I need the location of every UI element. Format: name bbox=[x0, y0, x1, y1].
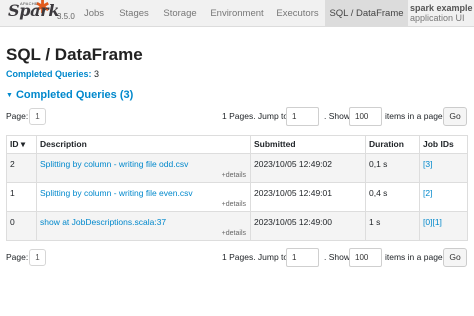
summary-count: 3 bbox=[94, 69, 100, 79]
page-label: Page: bbox=[6, 252, 29, 262]
jump-to-page-input[interactable]: 1 bbox=[286, 107, 319, 126]
section-title: Completed Queries (3) bbox=[15, 89, 134, 101]
page-title: SQL / DataFrame bbox=[6, 45, 143, 64]
header-duration[interactable]: Duration bbox=[365, 136, 419, 153]
table-row: 1 Splitting by column - writing file eve… bbox=[7, 182, 467, 211]
tab-jobs[interactable]: Jobs bbox=[76, 0, 112, 27]
row-submitted: 2023/10/05 12:49:01 bbox=[254, 188, 332, 198]
job-id-link[interactable]: [2] bbox=[423, 188, 432, 198]
spark-version: 3.5.0 bbox=[57, 12, 75, 21]
logo-spark-text: Spark bbox=[8, 1, 60, 20]
go-button[interactable]: Go bbox=[443, 248, 467, 267]
queries-table: ID ▾ Description Submitted Duration Job … bbox=[6, 135, 468, 241]
query-description-link[interactable]: Splitting by column - writing file odd.c… bbox=[40, 159, 188, 169]
tab-executors[interactable]: Executors bbox=[270, 0, 325, 27]
row-duration: 1 s bbox=[369, 217, 381, 227]
row-id: 0 bbox=[10, 217, 15, 227]
pagination-top: Page: 1 1 Pages. Jump to 1 . Show 100 it… bbox=[6, 107, 468, 126]
query-description-link[interactable]: Splitting by column - writing file even.… bbox=[40, 188, 193, 198]
pages-text: 1 Pages. Jump to bbox=[222, 252, 289, 262]
row-id: 2 bbox=[10, 159, 15, 169]
header-job-ids[interactable]: Job IDs bbox=[419, 136, 469, 153]
tab-environment[interactable]: Environment bbox=[204, 0, 270, 27]
table-header-row: ID ▾ Description Submitted Duration Job … bbox=[7, 136, 467, 153]
details-toggle[interactable]: +details bbox=[222, 172, 246, 179]
row-duration: 0,4 s bbox=[369, 188, 388, 198]
collapse-arrow-icon: ▼ bbox=[6, 92, 13, 99]
page-number-button[interactable]: 1 bbox=[29, 108, 46, 125]
job-id-link[interactable]: [3] bbox=[423, 159, 432, 169]
completed-queries-toggle[interactable]: ▼ Completed Queries (3) bbox=[6, 89, 133, 101]
page-size-input[interactable]: 100 bbox=[349, 107, 382, 126]
details-toggle[interactable]: +details bbox=[222, 201, 246, 208]
tab-storage[interactable]: Storage bbox=[156, 0, 204, 27]
items-text: items in a page. bbox=[385, 111, 446, 121]
show-text: . Show bbox=[324, 111, 350, 121]
app-name: spark example bbox=[410, 3, 473, 13]
app-subtitle: application UI bbox=[410, 13, 465, 23]
row-id: 1 bbox=[10, 188, 15, 198]
header-id[interactable]: ID ▾ bbox=[7, 136, 36, 153]
top-navbar: ✱ APACHE Spark 3.5.0 Jobs Stages Storage… bbox=[0, 0, 474, 27]
go-button[interactable]: Go bbox=[443, 107, 467, 126]
items-text: items in a page. bbox=[385, 252, 446, 262]
header-description[interactable]: Description bbox=[36, 136, 250, 153]
tab-sql-dataframe[interactable]: SQL / DataFrame bbox=[325, 0, 408, 27]
table-row: 0 show at JobDescriptions.scala:37 +deta… bbox=[7, 211, 467, 240]
page-number-button[interactable]: 1 bbox=[29, 249, 46, 266]
row-duration: 0,1 s bbox=[369, 159, 388, 169]
summary-label[interactable]: Completed Queries: bbox=[6, 69, 92, 79]
query-description-link[interactable]: show at JobDescriptions.scala:37 bbox=[40, 217, 166, 227]
details-toggle[interactable]: +details bbox=[222, 230, 246, 237]
page-size-input[interactable]: 100 bbox=[349, 248, 382, 267]
show-text: . Show bbox=[324, 252, 350, 262]
pagination-bottom: Page: 1 1 Pages. Jump to 1 . Show 100 it… bbox=[6, 248, 468, 267]
table-row: 2 Splitting by column - writing file odd… bbox=[7, 153, 467, 182]
row-submitted: 2023/10/05 12:49:02 bbox=[254, 159, 332, 169]
job-id-link[interactable]: [1] bbox=[432, 217, 441, 227]
tab-stages[interactable]: Stages bbox=[112, 0, 156, 27]
jump-to-page-input[interactable]: 1 bbox=[286, 248, 319, 267]
completed-queries-summary: Completed Queries: 3 bbox=[6, 69, 99, 79]
row-submitted: 2023/10/05 12:49:00 bbox=[254, 217, 332, 227]
header-submitted[interactable]: Submitted bbox=[250, 136, 365, 153]
spark-logo[interactable]: ✱ APACHE Spark 3.5.0 bbox=[4, 0, 75, 27]
pages-text: 1 Pages. Jump to bbox=[222, 111, 289, 121]
page-label: Page: bbox=[6, 111, 29, 121]
